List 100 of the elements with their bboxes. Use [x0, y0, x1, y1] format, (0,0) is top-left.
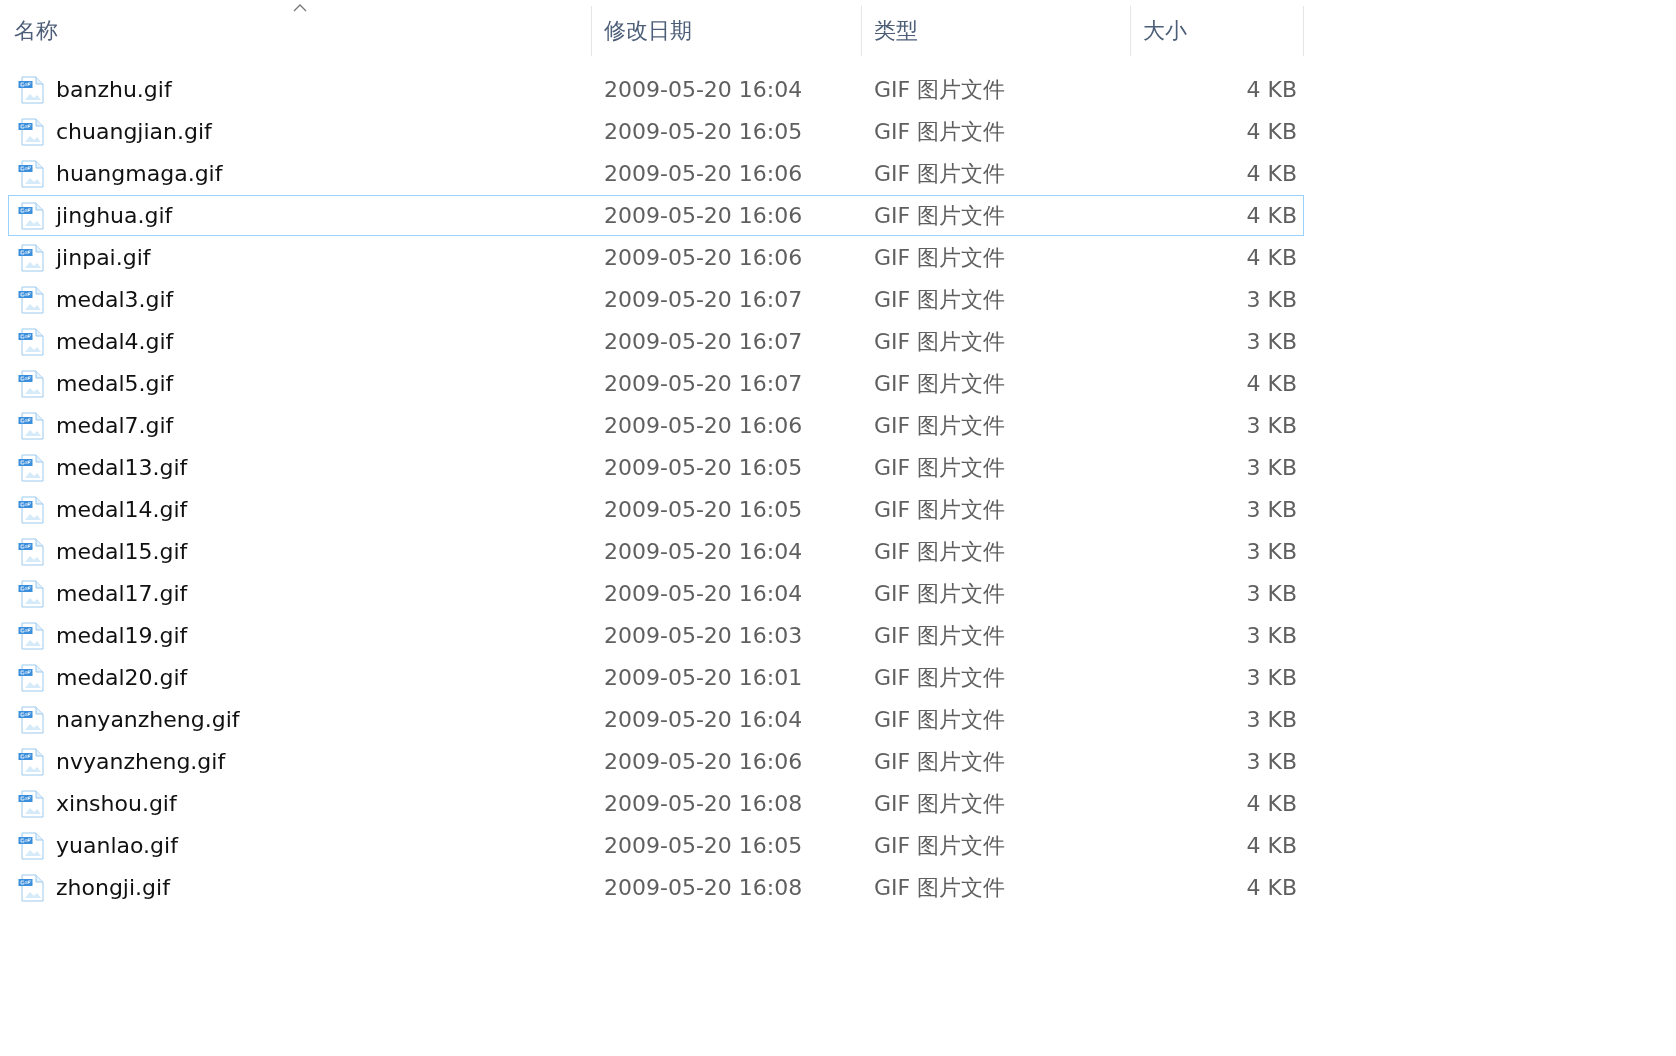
file-row[interactable]: nvyanzheng.gif 2009-05-20 16:06 GIF 图片文件 3 KB: [8, 741, 1304, 782]
type-cell-text: GIF 图片文件: [873, 243, 1007, 272]
date-cell-text: 2009-05-20 16:06: [603, 749, 804, 774]
size-cell-text: 3 KB: [1245, 413, 1298, 438]
file-row[interactable]: medal15.gif 2009-05-20 16:04 GIF 图片文件 3 KB: [8, 531, 1304, 572]
sort-chevron-icon: [292, 4, 307, 12]
file-row[interactable]: medal14.gif 2009-05-20 16:05 GIF 图片文件 3 KB: [8, 489, 1304, 530]
date-cell-text: 2009-05-20 16:05: [603, 833, 804, 858]
date-cell-text: 2009-05-20 16:05: [603, 119, 804, 144]
gif-file-icon: [18, 537, 44, 566]
file-row[interactable]: huangmaga.gif 2009-05-20 16:06 GIF 图片文件 4 KB: [8, 153, 1304, 194]
file-name: medal5.gif: [56, 371, 174, 396]
gif-file-icon: [18, 789, 44, 818]
type-cell-text: GIF 图片文件: [873, 831, 1007, 860]
type-cell-text: GIF 图片文件: [873, 75, 1007, 104]
gif-file-icon: [18, 117, 44, 146]
size-cell-text: 3 KB: [1245, 623, 1298, 648]
type-cell-text: GIF 图片文件: [873, 663, 1007, 692]
gif-file-icon: [18, 243, 44, 272]
type-cell-text: GIF 图片文件: [873, 789, 1007, 818]
date-cell-text: 2009-05-20 16:06: [603, 203, 804, 228]
date-cell-text: 2009-05-20 16:06: [603, 161, 804, 186]
size-cell-text: 3 KB: [1245, 497, 1298, 522]
file-row[interactable]: medal17.gif 2009-05-20 16:04 GIF 图片文件 3 KB: [8, 573, 1304, 614]
type-cell-text: GIF 图片文件: [873, 327, 1007, 356]
file-name: banzhu.gif: [56, 77, 172, 102]
file-row[interactable]: yuanlao.gif 2009-05-20 16:05 GIF 图片文件 4 KB: [8, 825, 1304, 866]
file-name: medal20.gif: [56, 665, 188, 690]
column-header[interactable]: 名称: [8, 6, 592, 56]
file-row[interactable]: medal19.gif 2009-05-20 16:03 GIF 图片文件 3 KB: [8, 615, 1304, 656]
size-cell-text: 3 KB: [1245, 665, 1298, 690]
size-cell-text: 3 KB: [1245, 749, 1298, 774]
type-cell-text: GIF 图片文件: [873, 369, 1007, 398]
date-cell-text: 2009-05-20 16:07: [603, 371, 804, 396]
date-cell-text: 2009-05-20 16:01: [603, 665, 804, 690]
size-cell-text: 3 KB: [1245, 707, 1298, 732]
type-cell-text: GIF 图片文件: [873, 747, 1007, 776]
file-name: medal3.gif: [56, 287, 174, 312]
date-cell-text: 2009-05-20 16:08: [603, 875, 804, 900]
type-cell-text: GIF 图片文件: [873, 579, 1007, 608]
file-name: jinpai.gif: [56, 245, 151, 270]
file-row[interactable]: jinghua.gif 2009-05-20 16:06 GIF 图片文件 4 KB: [8, 195, 1304, 236]
date-cell-text: 2009-05-20 16:05: [603, 497, 804, 522]
type-cell-text: GIF 图片文件: [873, 537, 1007, 566]
file-row[interactable]: medal13.gif 2009-05-20 16:05 GIF 图片文件 3 KB: [8, 447, 1304, 488]
file-name: chuangjian.gif: [56, 119, 212, 144]
gif-file-icon: [18, 75, 44, 104]
file-row[interactable]: medal7.gif 2009-05-20 16:06 GIF 图片文件 3 KB: [8, 405, 1304, 446]
file-name: nanyanzheng.gif: [56, 707, 240, 732]
type-cell-text: GIF 图片文件: [873, 873, 1007, 902]
gif-file-icon: [18, 705, 44, 734]
file-row[interactable]: xinshou.gif 2009-05-20 16:08 GIF 图片文件 4 KB: [8, 783, 1304, 824]
gif-file-icon: [18, 285, 44, 314]
file-name: jinghua.gif: [56, 203, 173, 228]
type-cell-text: GIF 图片文件: [873, 453, 1007, 482]
size-cell-text: 4 KB: [1245, 161, 1298, 186]
gif-file-icon: [18, 327, 44, 356]
gif-file-icon: [18, 411, 44, 440]
size-cell-text: 3 KB: [1245, 287, 1298, 312]
date-cell-text: 2009-05-20 16:06: [603, 413, 804, 438]
type-cell-text: GIF 图片文件: [873, 621, 1007, 650]
column-header[interactable]: 修改日期: [592, 6, 862, 56]
type-cell-text: GIF 图片文件: [873, 495, 1007, 524]
file-row[interactable]: medal5.gif 2009-05-20 16:07 GIF 图片文件 4 KB: [8, 363, 1304, 404]
gif-file-icon: [18, 453, 44, 482]
size-cell-text: 3 KB: [1245, 581, 1298, 606]
column-header[interactable]: 类型: [862, 6, 1131, 56]
file-row[interactable]: chuangjian.gif 2009-05-20 16:05 GIF 图片文件 4 KB: [8, 111, 1304, 152]
file-row[interactable]: medal20.gif 2009-05-20 16:01 GIF 图片文件 3 KB: [8, 657, 1304, 698]
gif-file-icon: [18, 621, 44, 650]
file-row[interactable]: medal3.gif 2009-05-20 16:07 GIF 图片文件 3 KB: [8, 279, 1304, 320]
size-cell-text: 4 KB: [1245, 245, 1298, 270]
gif-file-icon: [18, 201, 44, 230]
file-row[interactable]: banzhu.gif 2009-05-20 16:04 GIF 图片文件 4 KB: [8, 69, 1304, 110]
date-cell-text: 2009-05-20 16:05: [603, 455, 804, 480]
file-name: yuanlao.gif: [56, 833, 178, 858]
date-cell-text: 2009-05-20 16:04: [603, 77, 804, 102]
size-cell-text: 4 KB: [1245, 119, 1298, 144]
size-cell-text: 3 KB: [1245, 455, 1298, 480]
type-cell-text: GIF 图片文件: [873, 285, 1007, 314]
file-name: medal19.gif: [56, 623, 188, 648]
file-row[interactable]: medal4.gif 2009-05-20 16:07 GIF 图片文件 3 KB: [8, 321, 1304, 362]
file-row[interactable]: jinpai.gif 2009-05-20 16:06 GIF 图片文件 4 KB: [8, 237, 1304, 278]
type-cell-text: GIF 图片文件: [873, 117, 1007, 146]
file-name: nvyanzheng.gif: [56, 749, 226, 774]
date-cell-text: 2009-05-20 16:08: [603, 791, 804, 816]
file-name: medal7.gif: [56, 413, 174, 438]
file-row[interactable]: nanyanzheng.gif 2009-05-20 16:04 GIF 图片文件 3 KB: [8, 699, 1304, 740]
gif-file-icon: [18, 495, 44, 524]
column-header[interactable]: 大小: [1131, 6, 1304, 56]
type-cell-text: GIF 图片文件: [873, 411, 1007, 440]
file-name: medal13.gif: [56, 455, 188, 480]
size-cell-text: 4 KB: [1245, 203, 1298, 228]
type-cell-text: GIF 图片文件: [873, 201, 1007, 230]
date-cell-text: 2009-05-20 16:07: [603, 329, 804, 354]
file-name: xinshou.gif: [56, 791, 177, 816]
size-cell-text: 4 KB: [1245, 77, 1298, 102]
file-name: medal4.gif: [56, 329, 174, 354]
file-row[interactable]: zhongji.gif 2009-05-20 16:08 GIF 图片文件 4 KB: [8, 867, 1304, 908]
file-name: huangmaga.gif: [56, 161, 223, 186]
